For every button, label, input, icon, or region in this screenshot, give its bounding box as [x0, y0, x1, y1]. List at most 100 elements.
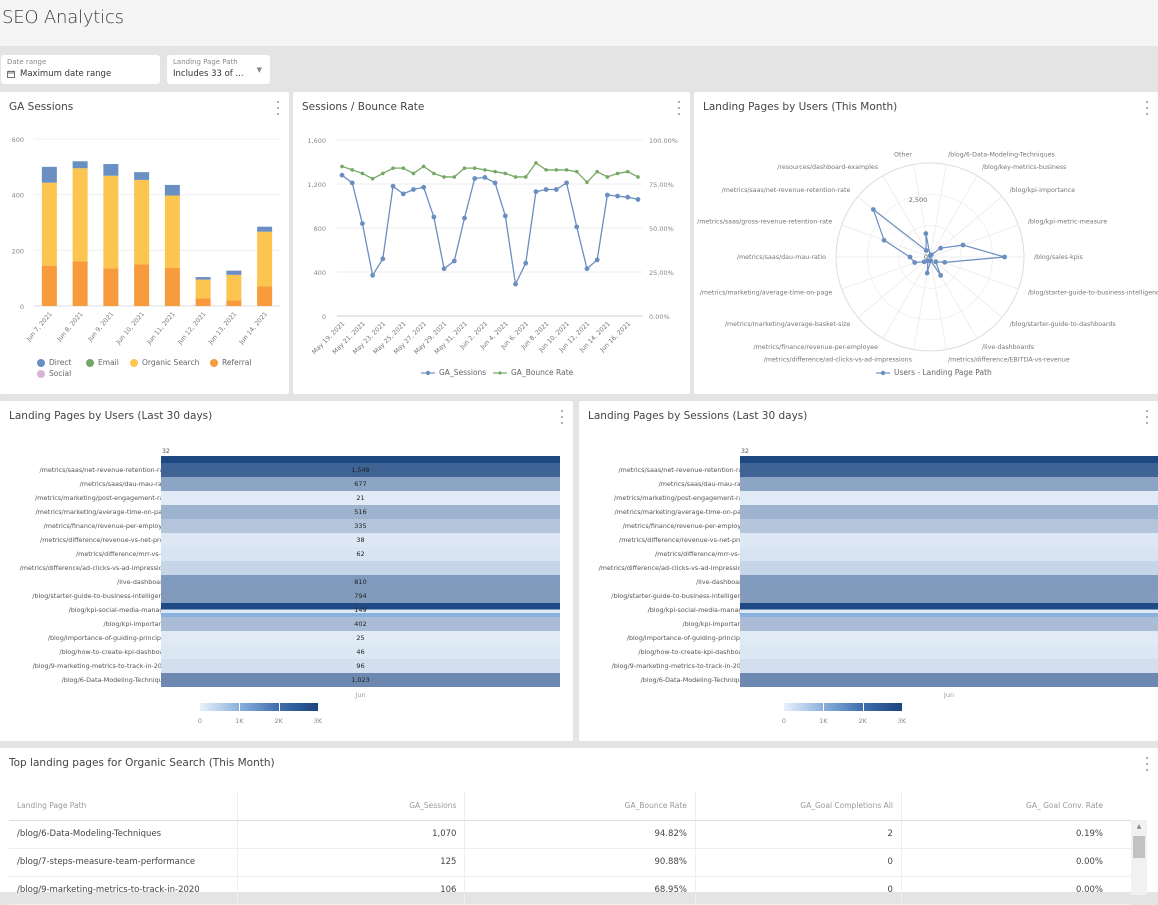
calendar-icon [7, 70, 15, 78]
radar-point [923, 231, 929, 236]
heatmap-row-label: /metrics/saas/dau-mau-ratio [79, 480, 170, 488]
heatmap-cell[interactable] [740, 603, 1158, 617]
heatmap-sessions-card: Landing Pages by Sessions (Last 30 days)… [579, 401, 1158, 741]
scroll-up-icon[interactable]: ▲ [1131, 820, 1147, 833]
cell-goal-conv-rate: 0.00% [900, 876, 1131, 905]
table-scrollbar[interactable]: ▲ [1131, 820, 1147, 895]
bounce-rate-point [370, 176, 375, 181]
radar-point [921, 259, 927, 265]
cell-path: /blog/7-steps-measure-team-performance [9, 848, 238, 877]
heatmap-cell[interactable] [740, 456, 1158, 463]
legend-item-email[interactable]: Email [86, 358, 119, 367]
table-row[interactable]: /blog/9-marketing-metrics-to-track-in-20… [9, 876, 1131, 905]
heatmap-row-label: /metrics/difference/ad-clicks-vs-ad-impr… [598, 564, 749, 572]
y-right-tick-label: 0.00% [649, 313, 670, 321]
heatmap-cell[interactable] [161, 456, 560, 463]
legend-item-bounce-rate[interactable]: GA_Bounce Rate [493, 368, 573, 377]
bounce-rate-point [381, 171, 385, 176]
heatmap-cell[interactable] [740, 645, 1158, 659]
heatmap-row-label: /blog/9-marketing-metrics-to-track-in-20… [611, 662, 749, 670]
x-tick-label: Jun 12, 2021 [176, 311, 208, 347]
bounce-rate-point [513, 175, 518, 179]
legend-item-users[interactable]: Users - Landing Page Path [876, 368, 992, 377]
heatmap-cell[interactable] [740, 463, 1158, 477]
legend-item-organic-search[interactable]: Organic Search [130, 358, 199, 367]
heatmap-cell[interactable] [740, 631, 1158, 645]
legend-item-direct[interactable]: Direct [37, 358, 71, 367]
more-options-icon[interactable] [1144, 757, 1150, 771]
heatmap-users-chart: 32/metrics/saas/net-revenue-retention-ra… [0, 401, 573, 741]
column-header-sessions[interactable]: GA_Sessions [236, 792, 465, 821]
sessions-line [341, 174, 639, 287]
heatmap-cell[interactable] [740, 505, 1158, 519]
heatmap-cell[interactable] [740, 477, 1158, 491]
landing-page-path-filter[interactable]: Landing Page Path Includes 33 of ... ▼ [167, 55, 270, 84]
radar-point [870, 207, 876, 212]
heatmap-value-label: 810 [354, 578, 367, 586]
heatmap-cell[interactable] [740, 659, 1158, 673]
heatmap-cell[interactable] [740, 533, 1158, 547]
bar-segment-referral [103, 268, 119, 306]
heatmap-row-label: /metrics/difference/revenue-vs-net-profi… [619, 536, 749, 544]
column-header-landing-page-path[interactable]: Landing Page Path [9, 792, 238, 821]
heatmap-cell[interactable] [740, 673, 1158, 687]
colorbar-divider [823, 703, 825, 711]
radar-axis-label: /metrics/difference/ad-clicks-vs-ad-impr… [764, 356, 912, 363]
radar-chart: 02,500/blog/6-Data-Modeling-Techniques/b… [697, 152, 1158, 364]
sessions-point [370, 272, 376, 278]
heatmap-row-label: /metrics/marketing/average-time-on-page [35, 508, 171, 516]
bar-segment-organic-search [41, 182, 57, 266]
bounce-rate-point [411, 171, 416, 176]
heatmap-row-label: /blog/6-Data-Modeling-Techniques [61, 676, 170, 684]
chevron-down-icon[interactable]: ▼ [257, 66, 262, 74]
bar-segment-organic-search [257, 231, 273, 287]
y-right-tick-label: 75.00% [649, 181, 674, 189]
heatmap-cell[interactable] [740, 617, 1158, 631]
heatmap-row-label: /blog/how-to-create-kpi-dashboard [638, 648, 749, 656]
heatmap-top-label: 32 [161, 447, 170, 455]
bounce-rate-line [341, 161, 639, 184]
radar-spoke [929, 224, 1019, 258]
column-header-goal-completions[interactable]: GA_Goal Completions All [694, 792, 902, 821]
bar-segment-referral [134, 264, 150, 306]
ga-sessions-card: GA Sessions 0 200 400 600 Jun 7, 2021 Jun 8, … [0, 92, 289, 394]
date-range-filter[interactable]: Date range Maximum date range [1, 55, 160, 84]
table-row[interactable]: /blog/6-Data-Modeling-Techniques 1,070 9… [9, 820, 1131, 849]
legend-item-ga-sessions[interactable]: GA_Sessions [421, 368, 486, 377]
sessions-point [462, 215, 467, 221]
heatmap-cell[interactable] [740, 491, 1158, 505]
heatmap-cell[interactable] [161, 561, 560, 575]
heatmap-row-label: /metrics/finance/revenue-per-employee [622, 522, 749, 530]
heatmap-cell[interactable] [740, 547, 1158, 561]
sessions-point [523, 260, 529, 266]
radar-point [938, 273, 944, 278]
table-row[interactable]: /blog/7-steps-measure-team-performance 1… [9, 848, 1131, 877]
sessions-point [564, 180, 569, 186]
scrollbar-thumb[interactable] [1133, 836, 1145, 858]
heatmap-cell[interactable] [740, 519, 1158, 533]
legend-item-referral[interactable]: Referral [210, 358, 251, 367]
bounce-rate-point [442, 175, 446, 179]
radar-axis-label: /metrics/saas/gross-revenue-retention-ra… [697, 218, 832, 225]
column-header-bounce-rate[interactable]: GA_Bounce Rate [464, 792, 696, 821]
column-header-goal-conv-rate[interactable]: GA_ Goal Conv. Rate [900, 792, 1131, 821]
heatmap-row-label: /blog/kpi-social-media-manager [647, 606, 749, 614]
cell-sessions: 1,070 [236, 820, 465, 849]
heatmap-value-label: 25 [356, 634, 365, 642]
colorbar [784, 703, 902, 711]
radar-tick-label: 2,500 [909, 196, 928, 204]
landing-page-path-value: Includes 33 of ... [173, 69, 244, 79]
heatmap-cell[interactable] [740, 575, 1158, 589]
radar-axis-label: /blog/6-Data-Modeling-Techniques [948, 152, 1055, 159]
heatmap-sessions-chart: 32/metrics/saas/net-revenue-retention-ra… [579, 401, 1158, 741]
legend-item-social[interactable]: Social [37, 369, 71, 378]
colorbar-divider [278, 703, 280, 711]
heatmap-row-label: /metrics/difference/ad-clicks-vs-ad-impr… [19, 564, 170, 572]
heatmap-cell[interactable] [740, 561, 1158, 575]
colorbar-tick-label: 0 [197, 717, 203, 725]
bounce-rate-point [462, 166, 467, 170]
bounce-rate-point [523, 175, 528, 179]
heatmap-cell[interactable] [740, 589, 1158, 603]
heatmap-row-label: /metrics/marketing/post-engagement-rate [35, 494, 170, 502]
heatmap-value-label: 516 [354, 508, 367, 516]
